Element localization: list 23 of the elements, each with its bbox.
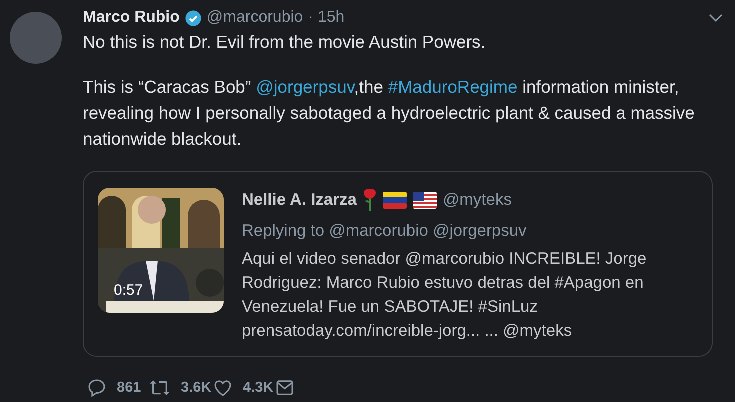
quoted-tweet-text: Aqui el video senador @marcorubio INCREIBLE! Jorge Rodriguez: Marco Rubio estuvo detras del #Apagon en Venezuela! Fue un SABOTAJE! #SinLuz prensatoday.com/increible-jorg... ... @myteks xyxy=(242,249,648,342)
tweet-text: This is “Caracas Bob” @jorgerpsuv,the #MaduroRegime information minister, revealing how I personally sabotaged a hydroelectric plant & caused a massive nationwide blackout. xyxy=(83,76,696,151)
replying-to-text: Replying to @marcorubio @jorgerpsuv xyxy=(242,221,528,242)
quoted-user-handle: @myteks xyxy=(442,190,512,210)
usa-flag-icon xyxy=(412,192,437,208)
video-duration: 0:57 xyxy=(114,282,144,299)
mention-link[interactable]: @jorgerpsuv xyxy=(256,77,354,97)
rose-icon xyxy=(362,189,377,211)
venezuela-flag-icon xyxy=(382,192,407,208)
timestamp[interactable]: · 15h xyxy=(308,9,345,27)
quoted-tweet-card[interactable] xyxy=(83,171,713,357)
reply-icon[interactable] xyxy=(87,378,107,398)
user-handle[interactable]: @marcorubio xyxy=(206,9,304,27)
like-count: 4.3K xyxy=(243,380,274,396)
quoted-user-name: Nellie A. Izarza xyxy=(242,190,357,210)
user-name[interactable]: Marco Rubio xyxy=(83,9,180,27)
retweet-icon[interactable] xyxy=(149,378,171,398)
retweet-count: 3.6K xyxy=(181,380,212,396)
mail-icon[interactable] xyxy=(275,378,295,398)
hashtag-link[interactable]: #MaduroRegime xyxy=(388,77,518,97)
tweet-text: No this is not Dr. Evil from the movie Austin Powers. xyxy=(83,31,487,54)
heart-icon[interactable] xyxy=(213,378,233,398)
reply-count: 861 xyxy=(117,380,142,396)
